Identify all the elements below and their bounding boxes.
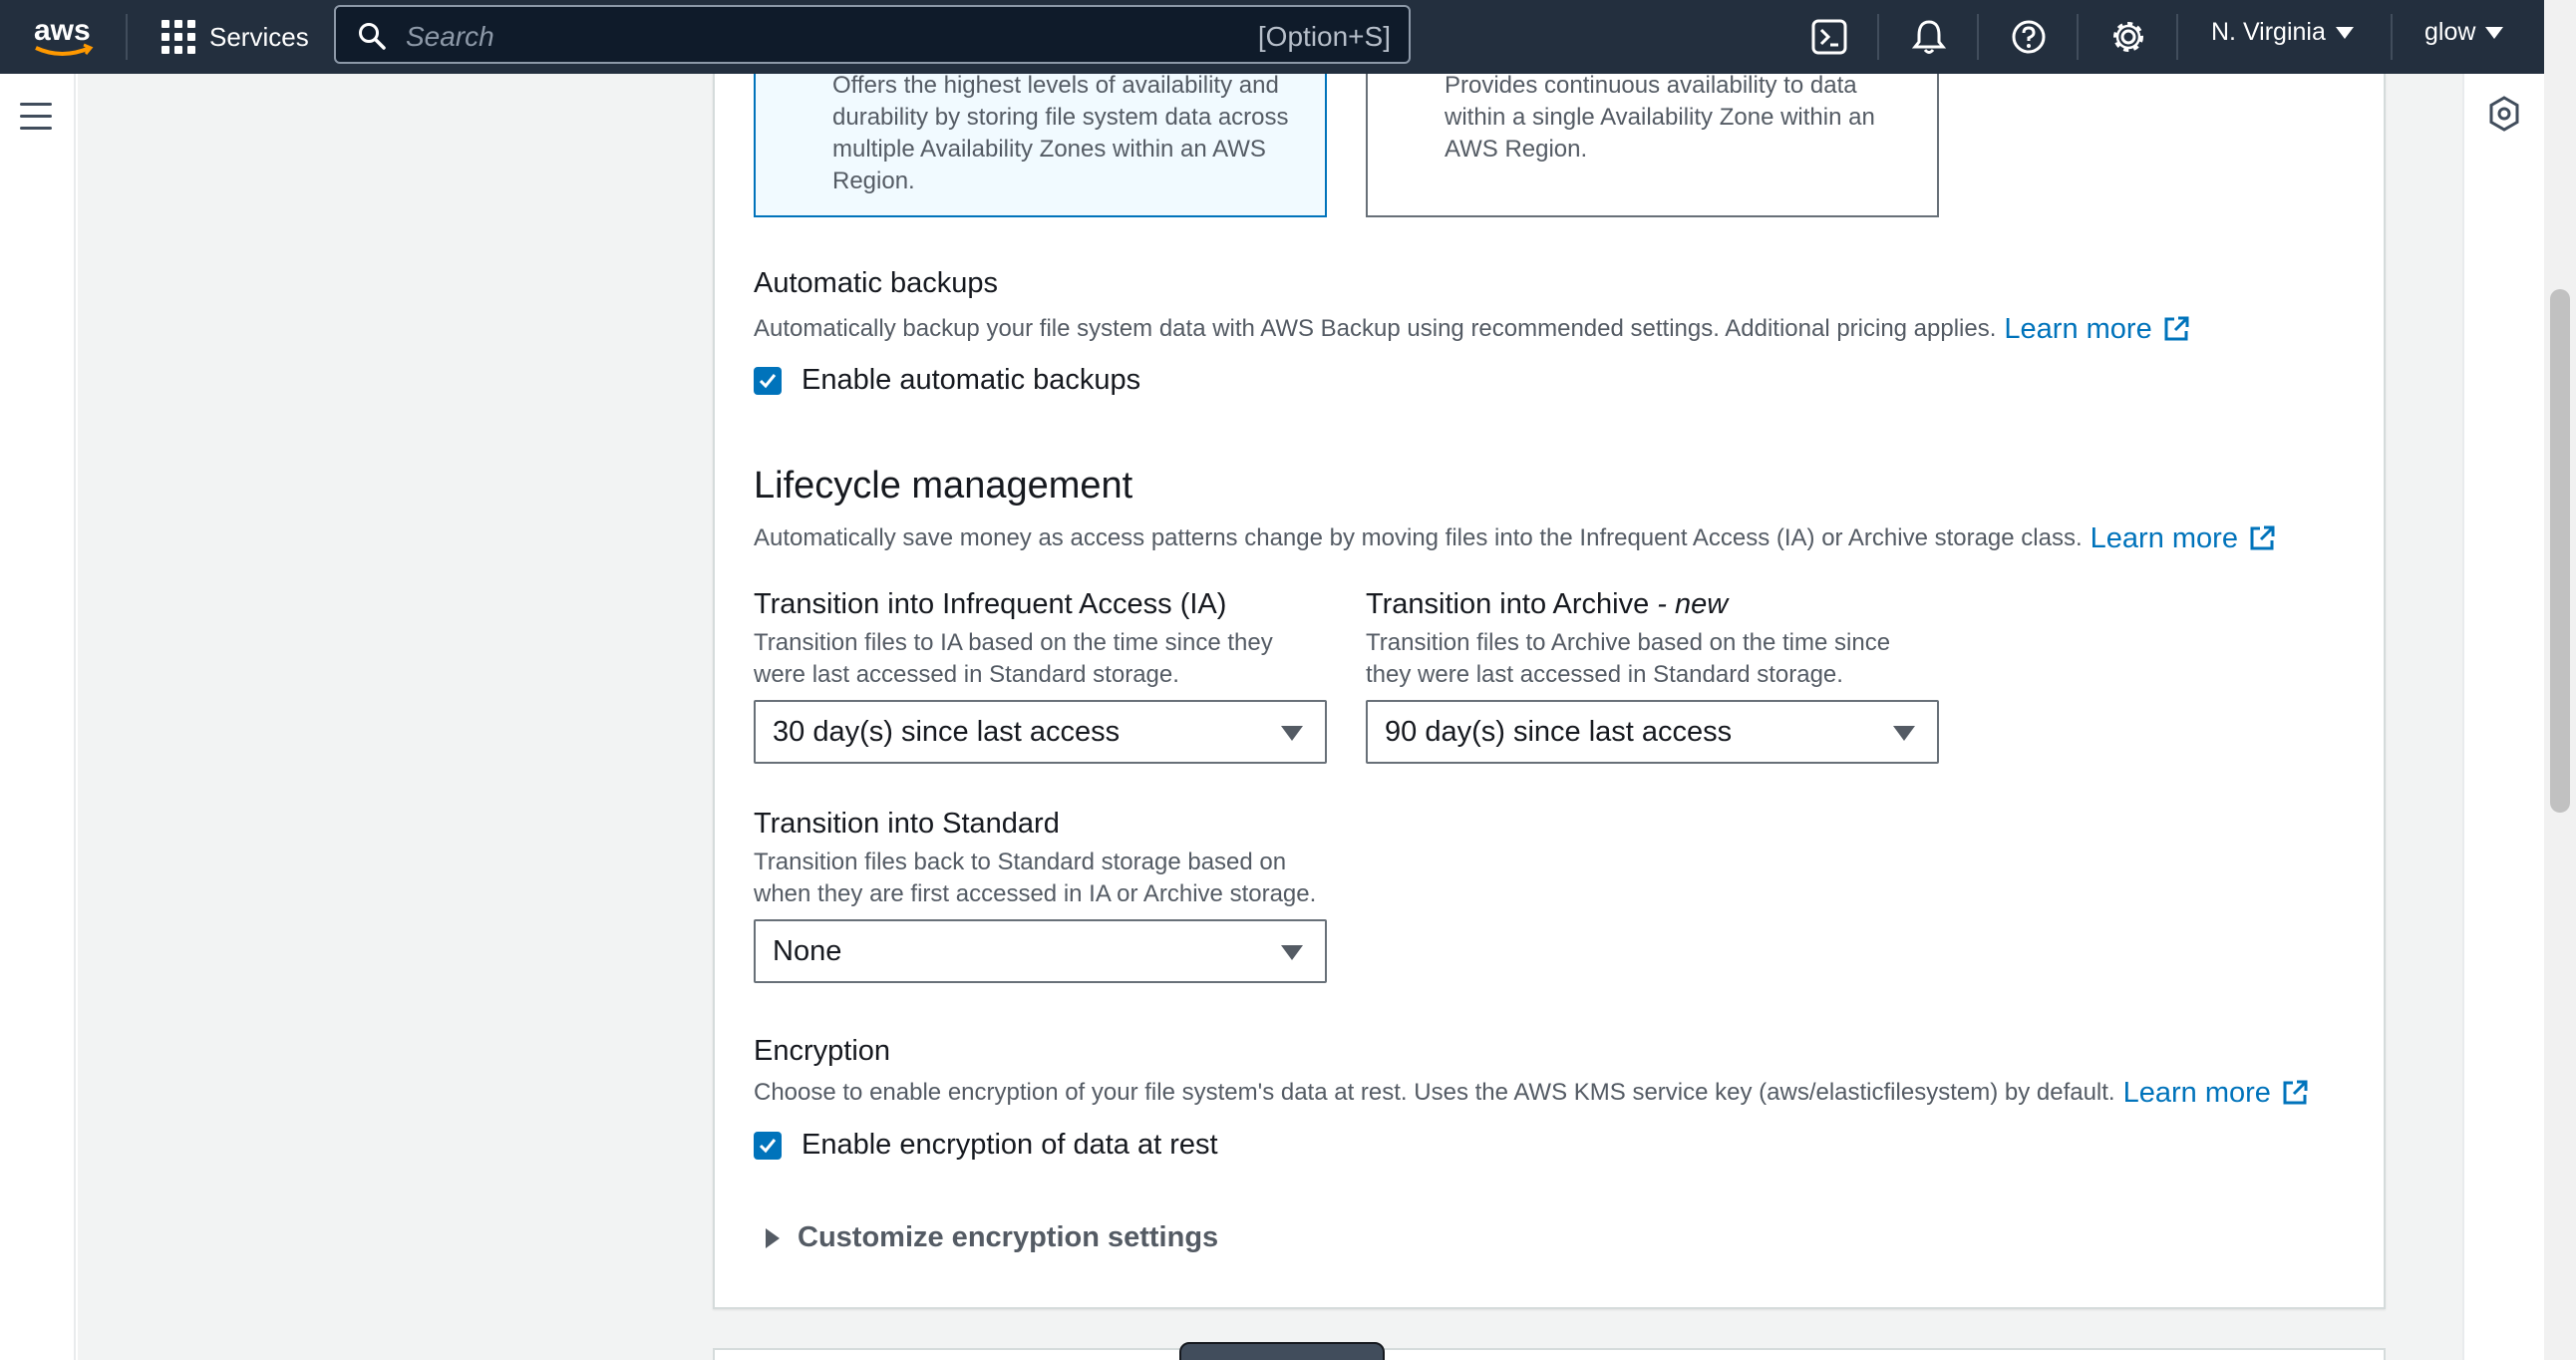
encryption-description-row: Choose to enable encryption of your file… xyxy=(754,1077,2309,1109)
lifecycle-description: Automatically save money as access patte… xyxy=(754,524,2083,551)
nav-divider xyxy=(126,14,128,60)
aws-logo[interactable]: aws xyxy=(32,12,96,60)
standard-description-line: Transition files back to Standard storag… xyxy=(754,849,1287,875)
chevron-down-icon xyxy=(2485,26,2504,39)
archive-transition-label: Transition into Archive xyxy=(1366,588,1650,620)
customize-encryption-label: Customize encryption settings xyxy=(798,1221,1219,1253)
right-utility-rail xyxy=(2462,74,2544,1360)
top-navigation-bar: aws Services Search [Option+S] N. Virgin… xyxy=(0,0,2544,74)
tile-description: Provides continuous availability to data… xyxy=(1445,74,1875,163)
help-icon[interactable] xyxy=(2010,18,2048,56)
caret-right-icon xyxy=(766,1227,780,1248)
account-label: glow xyxy=(2424,18,2476,46)
search-shortcut-hint: [Option+S] xyxy=(1257,21,1391,52)
archive-transition-description: Transition files to Archive based on the… xyxy=(1366,627,1890,691)
checkbox-checked-icon[interactable] xyxy=(754,1131,782,1160)
ia-select-value: 30 day(s) since last access xyxy=(773,715,1121,748)
standard-select-value: None xyxy=(773,934,842,967)
learn-more-label: Learn more xyxy=(2122,1077,2271,1109)
tile-regional[interactable]: Offers the highest levels of availabilit… xyxy=(754,74,1327,217)
automatic-backups-description-row: Automatically backup your file system da… xyxy=(754,313,2190,345)
standard-description-line: when they are first accessed in IA or Ar… xyxy=(754,880,1317,907)
dropdown-arrow-icon xyxy=(1281,945,1303,960)
ia-transition-description: Transition files to IA based on the time… xyxy=(754,627,1273,691)
external-link-icon xyxy=(2283,1080,2308,1105)
customize-encryption-expander[interactable]: Customize encryption settings xyxy=(766,1221,1218,1254)
gear-icon[interactable] xyxy=(2109,18,2147,56)
tile-one-zone[interactable]: Provides continuous availability to data… xyxy=(1366,74,1939,217)
learn-more-link[interactable]: Learn more xyxy=(2123,1077,2309,1109)
action-button[interactable] xyxy=(1179,1342,1385,1360)
scrollbar-thumb[interactable] xyxy=(2550,289,2570,813)
tile-description: Offers the highest levels of availabilit… xyxy=(832,74,1289,194)
learn-more-link[interactable]: Learn more xyxy=(2091,522,2276,554)
enable-backups-label: Enable automatic backups xyxy=(802,364,1141,396)
services-label: Services xyxy=(209,21,309,52)
services-menu-button[interactable]: Services xyxy=(161,16,309,58)
ia-description-line: were last accessed in Standard storage. xyxy=(754,661,1179,688)
cloudshell-icon[interactable] xyxy=(1810,18,1848,56)
encryption-title: Encryption xyxy=(754,1035,891,1067)
hexagon-info-icon[interactable] xyxy=(2488,96,2520,132)
learn-more-link[interactable]: Learn more xyxy=(2004,313,2189,345)
archive-description-line: they were last accessed in Standard stor… xyxy=(1366,661,1843,688)
automatic-backups-title: Automatic backups xyxy=(754,267,999,299)
archive-description-line: Transition files to Archive based on the… xyxy=(1366,629,1891,656)
enable-backups-checkbox[interactable]: Enable automatic backups xyxy=(754,364,1140,397)
ia-description-line: Transition files to IA based on the time… xyxy=(754,629,1273,656)
form-container xyxy=(713,74,2386,1309)
lifecycle-description-row: Automatically save money as access patte… xyxy=(754,522,2276,554)
archive-transition-select[interactable]: 90 day(s) since last access xyxy=(1366,700,1939,764)
nav-divider xyxy=(1877,14,1879,60)
nav-divider xyxy=(1977,14,1979,60)
encryption-description: Choose to enable encryption of your file… xyxy=(754,1079,2115,1106)
region-label: N. Virginia xyxy=(2211,18,2326,46)
enable-encryption-label: Enable encryption of data at rest xyxy=(802,1129,1218,1161)
lifecycle-heading: Lifecycle management xyxy=(754,465,1133,507)
menu-icon[interactable] xyxy=(20,103,52,131)
checkbox-checked-icon[interactable] xyxy=(754,366,782,395)
external-link-icon xyxy=(2164,316,2189,341)
left-navigation-rail xyxy=(0,74,76,1360)
learn-more-label: Learn more xyxy=(2090,522,2238,554)
region-selector[interactable]: N. Virginia xyxy=(2211,18,2354,47)
search-placeholder: Search xyxy=(406,21,494,52)
account-menu[interactable]: glow xyxy=(2424,18,2504,47)
automatic-backups-description: Automatically backup your file system da… xyxy=(754,315,1997,342)
nav-divider xyxy=(2176,14,2178,60)
standard-transition-select[interactable]: None xyxy=(754,919,1327,983)
grid-icon xyxy=(161,20,195,54)
dropdown-arrow-icon xyxy=(1893,726,1915,741)
bell-icon[interactable] xyxy=(1910,18,1948,56)
enable-encryption-checkbox[interactable]: Enable encryption of data at rest xyxy=(754,1129,1218,1162)
ia-transition-label: Transition into Infrequent Access (IA) xyxy=(754,588,1227,620)
standard-transition-label: Transition into Standard xyxy=(754,808,1060,840)
search-input[interactable]: Search [Option+S] xyxy=(334,5,1411,64)
archive-transition-label-row: Transition into Archive - new xyxy=(1366,588,1728,621)
next-section-container xyxy=(713,1348,2386,1360)
ia-transition-select[interactable]: 30 day(s) since last access xyxy=(754,700,1327,764)
nav-divider xyxy=(2077,14,2079,60)
nav-divider xyxy=(2391,14,2393,60)
archive-select-value: 90 day(s) since last access xyxy=(1385,715,1733,748)
search-icon xyxy=(359,23,386,50)
learn-more-label: Learn more xyxy=(2004,313,2152,345)
chevron-down-icon xyxy=(2335,26,2354,39)
svg-text:aws: aws xyxy=(34,14,91,47)
external-link-icon xyxy=(2250,525,2275,550)
dropdown-arrow-icon xyxy=(1281,726,1303,741)
standard-transition-description: Transition files back to Standard storag… xyxy=(754,847,1316,910)
new-badge: - new xyxy=(1657,588,1729,620)
